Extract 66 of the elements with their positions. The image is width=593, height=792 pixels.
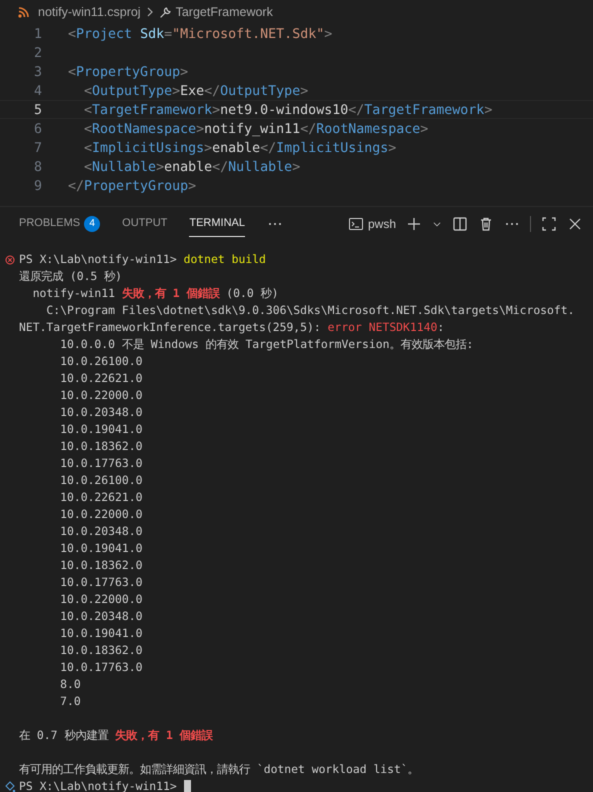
terminal-line: 10.0.17763.0	[59, 659, 142, 676]
terminal-line: 10.0.19041.0	[59, 625, 142, 642]
trash-icon[interactable]	[478, 216, 494, 232]
error-circle-icon	[4, 254, 14, 264]
close-icon[interactable]	[567, 216, 583, 232]
chevron-right-icon	[144, 7, 155, 17]
panel-tab[interactable]: TERMINAL	[189, 211, 245, 237]
code-line: <TargetFramework>net9.0-windows10</TargetFramework>	[83, 102, 492, 118]
terminal-line: notify-win11 失敗，有 1 個錯誤 (0.0 秒)	[32, 285, 278, 302]
line-number: 3	[32, 64, 42, 80]
code-line: <PropertyGroup>	[68, 64, 188, 80]
code-line: <OutputType>Exe</OutputType>	[83, 83, 308, 99]
line-number: 9	[32, 178, 42, 194]
code-line: <RootNamespace>notify_win11</RootNamespace>	[83, 121, 428, 137]
terminal-line: 10.0.26100.0	[59, 472, 142, 489]
terminal-prompt: PS X:\Lab\notify-win11>	[19, 778, 178, 792]
terminal-line: 8.0	[59, 676, 81, 693]
terminal-line: 10.0.26100.0	[59, 353, 142, 370]
terminal-profile-button[interactable]: pwsh	[348, 215, 396, 233]
terminal-line: 10.0.18362.0	[59, 642, 142, 659]
terminal-line: 10.0.0.0 不是 Windows 的有效 TargetPlatformVersion。有效版本包括:	[59, 336, 474, 353]
terminal-icon	[348, 216, 364, 232]
plus-icon[interactable]	[406, 216, 422, 232]
code-line: </PropertyGroup>	[68, 178, 196, 194]
wrench-icon	[158, 6, 172, 18]
terminal-line: 10.0.22000.0	[59, 591, 142, 608]
code-line: <ImplicitUsings>enable</ImplicitUsings>	[83, 140, 396, 156]
breadcrumb-file[interactable]: notify-win11.csproj	[38, 2, 141, 22]
terminal-line: 10.0.18362.0	[59, 557, 142, 574]
terminal-line: 7.0	[59, 693, 81, 710]
count-badge: 4	[84, 216, 100, 232]
terminal-line: 10.0.19041.0	[59, 421, 142, 438]
terminal-line: 有可用的工作負載更新。如需詳細資訊，請執行 `dotnet workload list`。	[19, 761, 419, 778]
terminal-line: 在 0.7 秒內建置 失敗，有 1 個錯誤	[19, 727, 213, 744]
cursor	[184, 780, 191, 792]
terminal-line: 10.0.22000.0	[59, 387, 142, 404]
line-number: 2	[32, 45, 42, 61]
maximize-icon[interactable]	[541, 216, 557, 232]
line-number: 5	[32, 102, 42, 118]
terminal-line: 10.0.20348.0	[59, 523, 142, 540]
terminal-prompt: PS X:\Lab\notify-win11> dotnet build	[19, 251, 266, 268]
terminal-line: 10.0.22621.0	[59, 370, 142, 387]
terminal-line: 10.0.19041.0	[59, 540, 142, 557]
terminal-line: NET.TargetFrameworkInference.targets(259,5): error NETSDK1140:	[19, 319, 444, 336]
terminal-line: 10.0.18362.0	[59, 438, 142, 455]
breadcrumb-symbol[interactable]: TargetFramework	[176, 2, 273, 22]
terminal-line: 10.0.22000.0	[59, 506, 142, 523]
line-number: 4	[32, 83, 42, 99]
diamond-icon	[4, 780, 16, 792]
terminal-line: 還原完成 (0.5 秒)	[19, 268, 122, 285]
line-number: 6	[32, 121, 42, 137]
split-icon[interactable]	[452, 216, 468, 232]
panel-tab[interactable]: OUTPUT	[122, 211, 168, 237]
terminal-line: 10.0.20348.0	[59, 404, 142, 421]
terminal-line: 10.0.22621.0	[59, 489, 142, 506]
code-line: <Project Sdk="Microsoft.NET.Sdk">	[68, 26, 332, 42]
terminal-line: 10.0.17763.0	[59, 455, 142, 472]
terminal-line: 10.0.17763.0	[59, 574, 142, 591]
line-number: 8	[32, 159, 42, 175]
line-number: 7	[32, 140, 42, 156]
terminal-line: 10.0.20348.0	[59, 608, 142, 625]
line-number: 1	[32, 26, 42, 42]
rss-icon	[18, 6, 30, 18]
panel-tab[interactable]: PROBLEMS 4	[19, 211, 100, 237]
terminal-line: C:\Program Files\dotnet\sdk\9.0.306\Sdks\Microsoft.NET.Sdk\targets\Microsoft.	[45, 302, 574, 319]
code-line: <Nullable>enable</Nullable>	[83, 159, 300, 175]
